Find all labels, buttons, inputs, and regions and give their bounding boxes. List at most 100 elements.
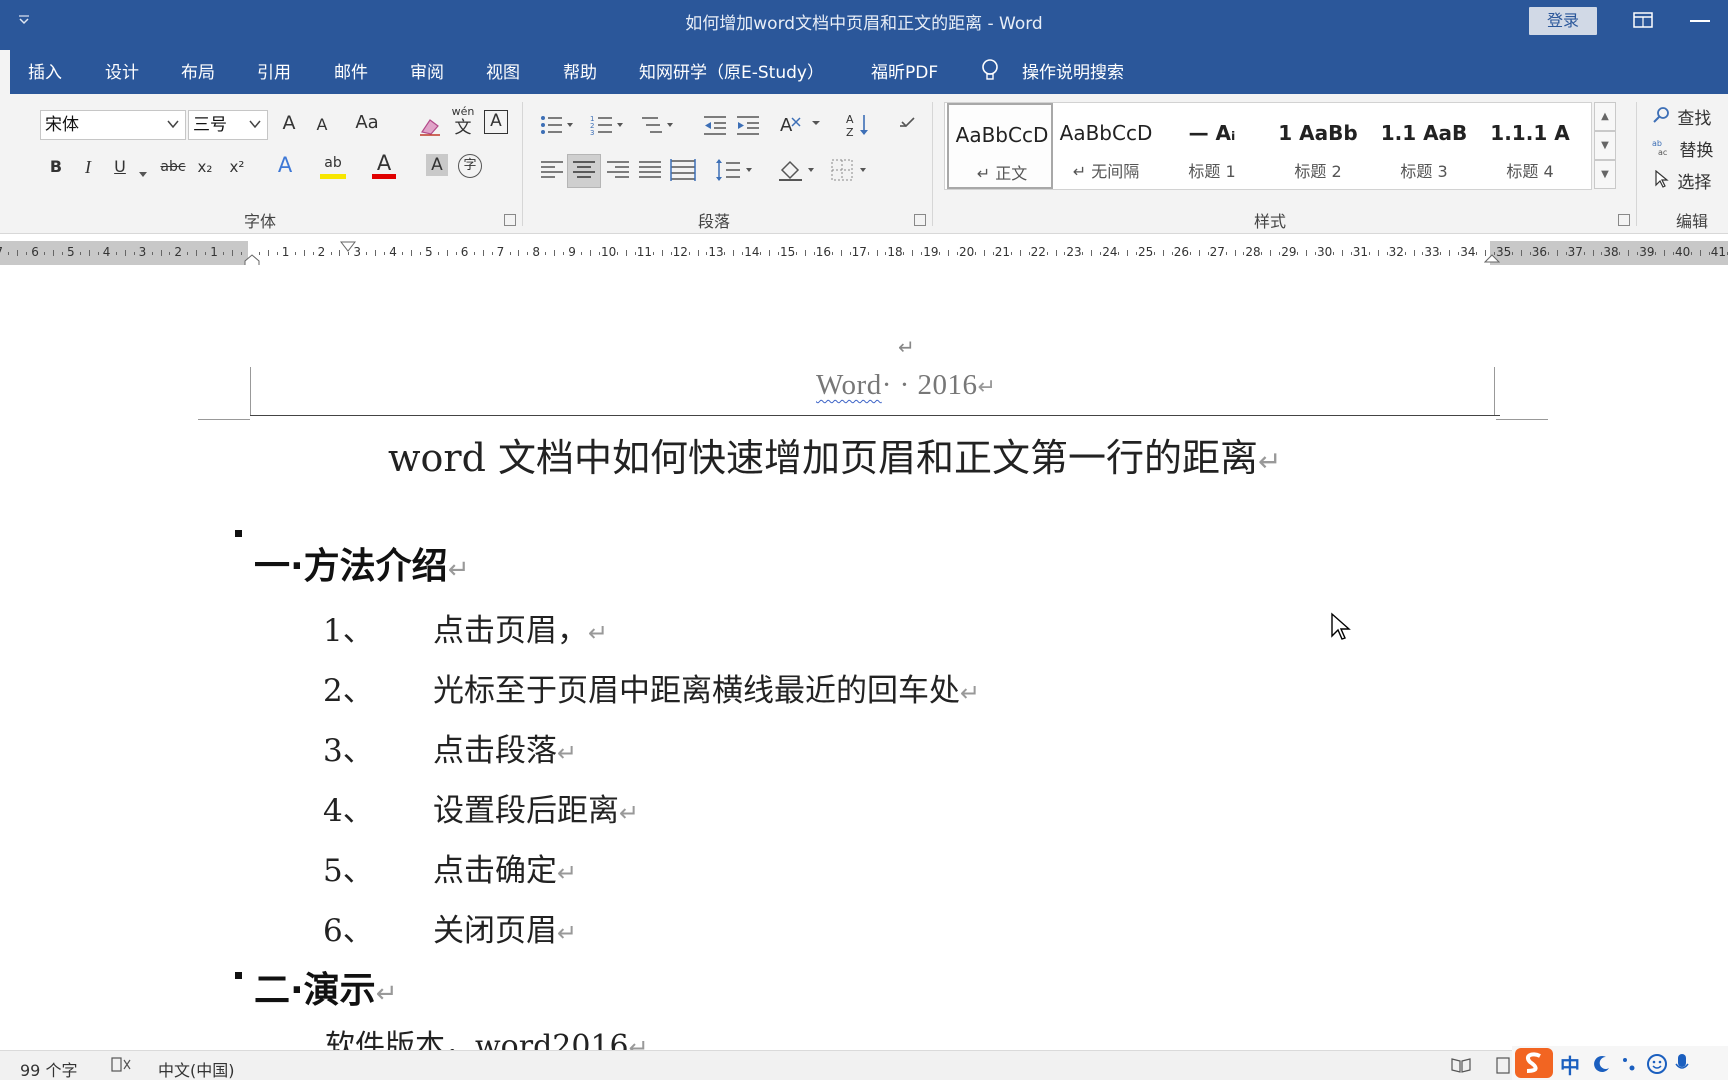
font-color-button[interactable]: A xyxy=(372,152,396,179)
grow-font-button[interactable]: A xyxy=(278,112,300,134)
decrease-indent-icon[interactable] xyxy=(702,114,728,140)
numbering-icon[interactable]: 123 xyxy=(590,114,624,140)
ruler-tick xyxy=(1709,252,1710,255)
list-item[interactable]: 6、 关闭页眉↵ xyxy=(323,905,577,950)
print-layout-icon[interactable] xyxy=(1494,1056,1512,1078)
tab-references[interactable]: 引用 xyxy=(257,58,291,83)
ruler-tick xyxy=(805,250,806,256)
align-left-icon[interactable] xyxy=(540,160,564,184)
bold-button[interactable]: B xyxy=(46,156,66,178)
list-item[interactable]: 1、 点击页眉，↵ xyxy=(323,605,608,650)
ime-mode-toggle[interactable]: 中 xyxy=(1560,1050,1580,1079)
shrink-font-button[interactable]: A xyxy=(312,114,332,136)
show-formatting-marks-icon[interactable] xyxy=(894,114,918,140)
svg-text:A: A xyxy=(780,115,793,136)
line-spacing-icon[interactable] xyxy=(716,158,756,186)
list-item[interactable]: 3、 点击段落↵ xyxy=(323,725,577,770)
justify-icon[interactable] xyxy=(638,160,662,184)
font-dialog-launcher-icon[interactable] xyxy=(504,214,516,226)
font-size-combo[interactable]: 三号 xyxy=(188,110,268,140)
align-right-icon[interactable] xyxy=(606,160,630,184)
login-button[interactable]: 登录 xyxy=(1529,7,1597,35)
styles-dialog-launcher-icon[interactable] xyxy=(1618,214,1630,226)
paragraph-dialog-launcher-icon[interactable] xyxy=(914,214,926,226)
superscript-button[interactable]: x² xyxy=(226,156,248,178)
style-no-spacing[interactable]: AaBbCcD ↵ 无间隔 xyxy=(1053,103,1159,189)
highlight-button[interactable]: ab xyxy=(320,152,346,179)
mouse-pointer-icon xyxy=(1331,612,1351,640)
underline-dropdown-icon[interactable] xyxy=(138,164,148,183)
chevron-up-icon[interactable]: ▲ xyxy=(1594,102,1616,131)
emoji-icon[interactable] xyxy=(1646,1053,1668,1075)
tab-layout[interactable]: 布局 xyxy=(181,58,215,83)
proofing-icon[interactable] xyxy=(110,1055,134,1079)
shading-bucket-icon[interactable] xyxy=(778,158,818,186)
moon-icon[interactable] xyxy=(1592,1054,1612,1074)
change-case-button[interactable]: Aa xyxy=(352,112,382,134)
phonetic-guide-button[interactable]: wén 文 xyxy=(448,106,478,139)
character-border-button[interactable]: A xyxy=(484,110,508,134)
strikethrough-button[interactable]: abc xyxy=(158,156,188,178)
page-header-text[interactable]: Word· · 2016↵ xyxy=(816,369,996,402)
document-title[interactable]: word 文档中如何快速增加页眉和正文第一行的距离↵ xyxy=(388,427,1281,482)
tell-me-search[interactable]: 操作说明搜索 xyxy=(1022,58,1124,83)
bullets-icon[interactable] xyxy=(540,114,574,140)
sogou-logo-icon[interactable] xyxy=(1514,1047,1554,1079)
clear-formatting-icon[interactable] xyxy=(418,114,442,142)
text-effects-button[interactable]: A xyxy=(274,154,296,176)
heading-section-2[interactable]: 二·演示↵ xyxy=(254,961,397,1013)
gallery-more-icon[interactable]: ▼ xyxy=(1594,160,1616,189)
list-item[interactable]: 5、 点击确定↵ xyxy=(323,845,577,890)
chevron-down-icon[interactable]: ▼ xyxy=(1594,131,1616,160)
italic-button[interactable]: I xyxy=(78,156,98,178)
chinese-layout-icon[interactable]: A xyxy=(780,112,824,140)
minimize-icon[interactable] xyxy=(1690,20,1710,22)
ruler-tick xyxy=(760,252,761,255)
distributed-icon[interactable] xyxy=(670,158,696,186)
borders-icon[interactable] xyxy=(830,158,870,186)
first-line-indent-marker[interactable] xyxy=(340,241,356,253)
list-item[interactable]: 4、 设置段后距离↵ xyxy=(323,785,639,830)
style-heading-4[interactable]: 1.1.1 A 标题 4 xyxy=(1477,103,1583,189)
style-normal[interactable]: AaBbCcD ↵ 正文 xyxy=(947,103,1053,189)
word-count[interactable]: 99 个字 xyxy=(20,1057,77,1080)
document-page[interactable]: ↵ Word· · 2016↵ word 文档中如何快速增加页眉和正文第一行的距… xyxy=(0,275,1728,1064)
sort-icon[interactable]: AZ xyxy=(846,112,872,142)
tab-review[interactable]: 审阅 xyxy=(410,58,444,83)
multilevel-list-icon[interactable] xyxy=(640,114,674,140)
subscript-button[interactable]: x₂ xyxy=(194,156,216,178)
list-item[interactable]: 2、 光标至于页眉中距离横线最近的回车处↵ xyxy=(323,665,980,710)
microphone-icon[interactable] xyxy=(1674,1052,1690,1076)
ruler-tick xyxy=(1333,252,1334,255)
underline-button[interactable]: U xyxy=(110,156,130,178)
style-heading-1[interactable]: — Aᵢ 标题 1 xyxy=(1159,103,1265,189)
find-button[interactable]: 查找 xyxy=(1652,104,1711,129)
style-heading-3[interactable]: 1.1 AaB 标题 3 xyxy=(1371,103,1477,189)
enclose-characters-button[interactable]: 字 xyxy=(458,154,482,178)
styles-gallery: AaBbCcD ↵ 正文 AaBbCcD ↵ 无间隔 — Aᵢ 标题 1 1 A… xyxy=(944,102,1592,190)
read-mode-icon[interactable] xyxy=(1450,1056,1472,1078)
align-center-icon[interactable] xyxy=(572,160,596,184)
font-name-combo[interactable]: 宋体 xyxy=(40,110,186,140)
tab-mailings[interactable]: 邮件 xyxy=(334,58,368,83)
tab-cnki-estudy[interactable]: 知网研学（原E-Study） xyxy=(639,58,824,83)
tab-view[interactable]: 视图 xyxy=(486,58,520,83)
tab-design[interactable]: 设计 xyxy=(105,58,139,83)
character-shading-button[interactable]: A xyxy=(426,154,448,176)
horizontal-ruler[interactable]: 7654321123456789101112131415161718192021… xyxy=(0,241,1728,268)
select-button[interactable]: 选择 xyxy=(1652,168,1711,193)
ruler-tick xyxy=(1056,250,1057,256)
tab-help[interactable]: 帮助 xyxy=(563,58,597,83)
ruler-tick xyxy=(26,252,27,255)
replace-button[interactable]: ab ac 替换 xyxy=(1652,136,1713,161)
tab-home-fragment[interactable] xyxy=(0,50,10,94)
tab-foxit-pdf[interactable]: 福昕PDF xyxy=(871,58,938,83)
tab-insert[interactable]: 插入 xyxy=(28,58,62,83)
ribbon-display-options-icon[interactable] xyxy=(1632,10,1654,30)
style-heading-2[interactable]: 1 AaBb 标题 2 xyxy=(1265,103,1371,189)
punctuation-icon[interactable] xyxy=(1620,1054,1640,1074)
increase-indent-icon[interactable] xyxy=(735,114,761,140)
heading-section-1[interactable]: 一·方法介绍↵ xyxy=(254,537,469,589)
lightbulb-icon[interactable] xyxy=(980,58,1000,82)
language-indicator[interactable]: 中文(中国) xyxy=(158,1057,235,1080)
